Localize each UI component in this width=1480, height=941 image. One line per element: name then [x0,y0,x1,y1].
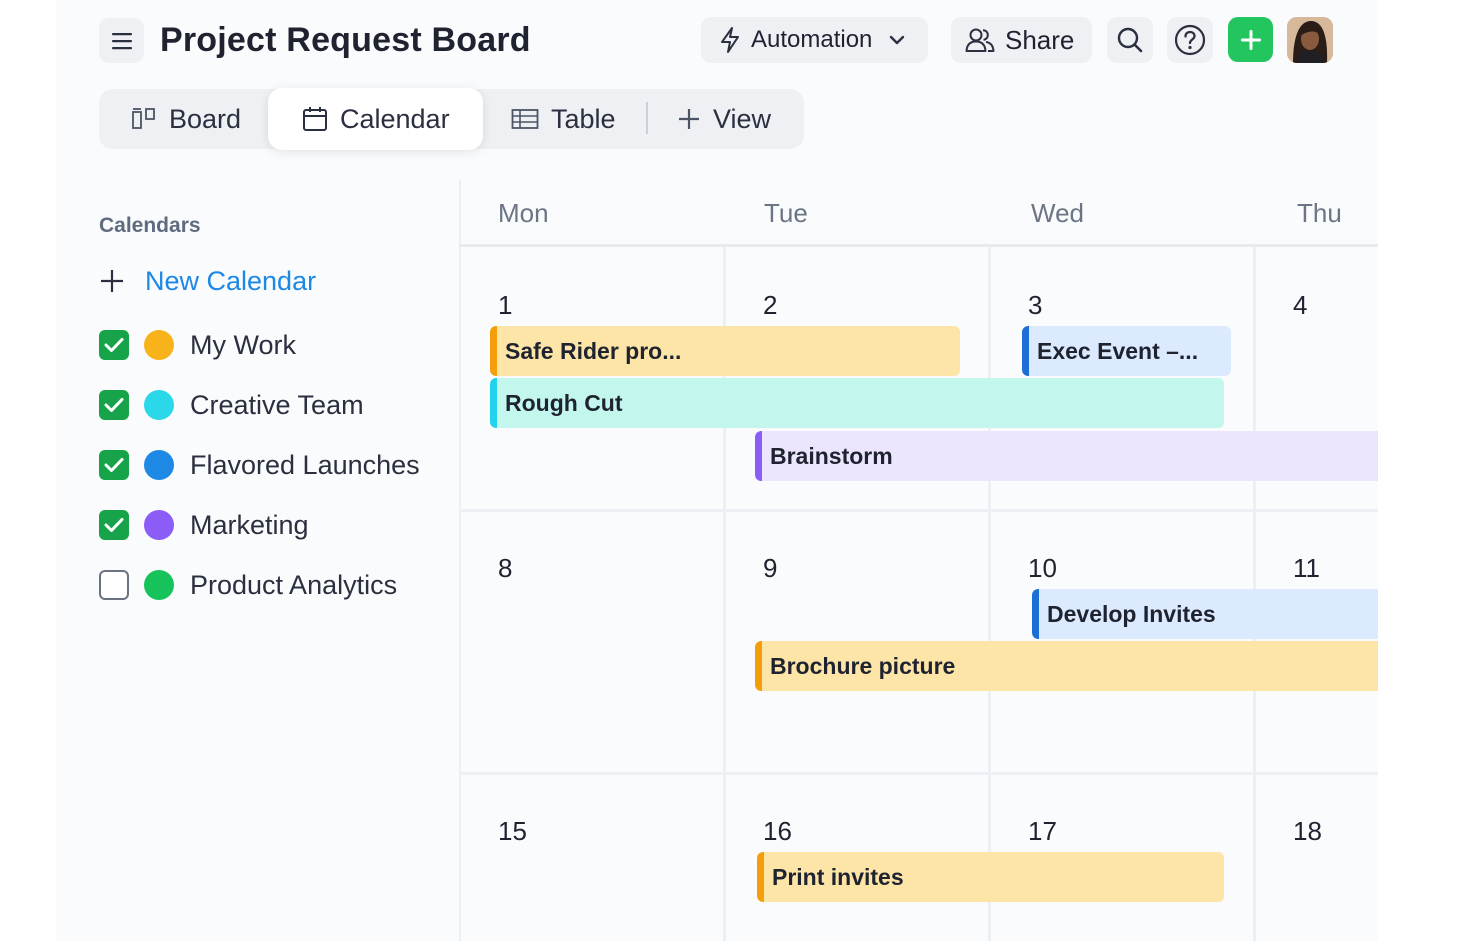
date-cell[interactable]: 2 [763,290,777,321]
help-button[interactable] [1167,17,1213,63]
date-cell[interactable]: 9 [763,553,777,584]
board-columns-icon [132,108,155,129]
share-label: Share [1005,24,1075,55]
calendar-color-dot [144,450,174,480]
sidebar-heading: Calendars [99,214,201,237]
event-safe-rider[interactable]: Safe Rider pro... [490,326,960,376]
search-icon [1117,27,1143,53]
new-calendar-label: New Calendar [145,265,317,296]
calendar-color-dot [144,510,174,540]
calendar-checkbox[interactable] [99,450,129,480]
plus-icon [679,109,699,129]
calendar-item-label: Product Analytics [190,569,398,600]
tab-calendar[interactable]: Calendar [268,88,483,150]
checkmark-icon [104,518,124,532]
calendar-checkbox[interactable] [99,570,129,600]
event-label: Brainstorm [770,442,893,469]
calendar-checkbox[interactable] [99,330,129,360]
people-icon [965,28,995,52]
plus-icon [1240,29,1261,50]
checkmark-icon [104,338,124,352]
row-divider [459,772,1378,775]
user-avatar[interactable] [1287,17,1333,63]
date-cell[interactable]: 4 [1293,290,1307,321]
tab-calendar-label: Calendar [340,103,450,134]
calendar-color-dot [144,570,174,600]
date-cell[interactable]: 1 [498,290,512,321]
calendar-item-label: Creative Team [190,389,364,420]
add-button[interactable] [1228,17,1273,62]
tab-divider [646,102,648,134]
calendar-item-label: Marketing [190,509,309,540]
event-rough-cut[interactable]: Rough Cut [490,378,1224,428]
tab-board[interactable]: Board [131,89,241,149]
column-divider [988,247,991,941]
calendar-item-flavored-launches[interactable]: Flavored Launches [99,445,420,485]
day-header-thu: Thu [1297,198,1342,228]
tab-table[interactable]: Table [511,89,616,149]
calendar-item-label: Flavored Launches [190,449,420,480]
day-header-wed: Wed [1031,198,1084,228]
event-label: Brochure picture [770,652,956,679]
date-cell[interactable]: 18 [1293,816,1322,847]
tab-add-view[interactable]: View [677,89,771,149]
tab-board-label: Board [169,103,242,134]
page-title: Project Request Board [160,21,531,59]
event-brainstorm[interactable]: Brainstorm [755,431,1378,481]
date-cell[interactable]: 11 [1293,553,1320,584]
hamburger-menu-icon [111,32,132,49]
calendar-color-dot [144,390,174,420]
header-divider [459,244,1378,247]
date-cell[interactable]: 10 [1028,553,1057,584]
event-label: Rough Cut [505,389,623,416]
date-cell[interactable]: 15 [498,816,527,847]
avatar-portrait-icon [1287,17,1333,63]
search-button[interactable] [1107,17,1153,63]
date-cell[interactable]: 8 [498,553,512,584]
calendar-icon [303,107,327,131]
calendar-item-product-analytics[interactable]: Product Analytics [99,565,397,605]
calendar-item-my-work[interactable]: My Work [99,325,296,365]
share-button[interactable]: Share [951,17,1092,63]
question-circle-icon [1174,24,1206,56]
date-cell[interactable]: 17 [1028,816,1057,847]
menu-button[interactable] [99,18,144,63]
plus-icon [101,270,123,292]
date-cell[interactable]: 3 [1028,290,1042,321]
lightning-bolt-icon [721,27,739,53]
table-grid-icon [511,109,539,129]
calendar-checkbox[interactable] [99,510,129,540]
automation-label: Automation [751,26,873,53]
calendar-color-dot [144,330,174,360]
checkmark-icon [104,458,124,472]
day-header-mon: Mon [498,198,549,228]
event-label: Print invites [772,863,904,890]
automation-button[interactable]: Automation [701,17,928,63]
event-label: Develop Invites [1047,600,1216,627]
event-print-invites[interactable]: Print invites [757,852,1224,902]
date-cell[interactable]: 16 [763,816,792,847]
event-develop-invites[interactable]: Develop Invites [1032,589,1378,639]
calendar-grid: Mon Tue Wed Thu 1 2 3 4 Safe Rider pro..… [459,180,1378,941]
day-header-tue: Tue [764,198,808,228]
view-tabs: Board Calendar Table View [99,88,804,150]
tab-view-label: View [713,103,772,134]
event-exec-event[interactable]: Exec Event –... [1022,326,1231,376]
event-label: Safe Rider pro... [505,337,682,364]
row-divider [459,509,1378,512]
grid-divider [459,180,461,941]
checkmark-icon [104,398,124,412]
new-calendar-button[interactable]: New Calendar [99,262,316,300]
chevron-down-icon [890,35,905,45]
calendar-item-label: My Work [190,329,296,360]
event-brochure-picture[interactable]: Brochure picture [755,641,1378,691]
tab-table-label: Table [551,103,616,134]
calendar-item-creative-team[interactable]: Creative Team [99,385,364,425]
event-label: Exec Event –... [1037,337,1199,364]
calendar-item-marketing[interactable]: Marketing [99,505,309,545]
calendar-checkbox[interactable] [99,390,129,420]
